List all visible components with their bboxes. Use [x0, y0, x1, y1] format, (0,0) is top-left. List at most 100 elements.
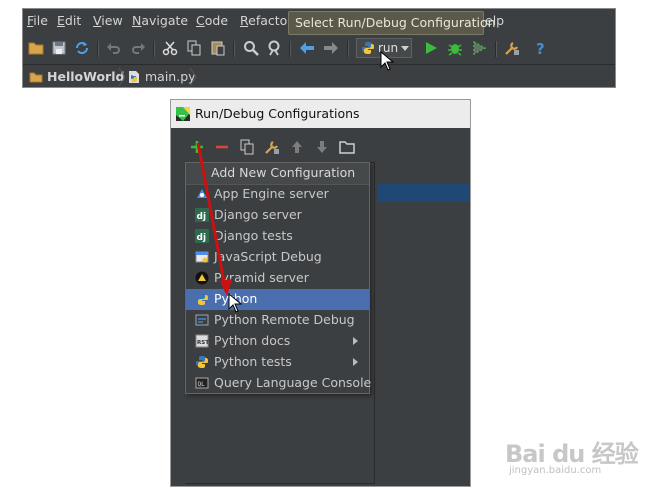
menu-file-label: ile [33, 13, 48, 28]
breadcrumb-project[interactable]: HelloWorld [29, 69, 124, 84]
synchronize-icon[interactable] [73, 39, 91, 57]
breadcrumb-file[interactable]: main.py [127, 69, 196, 84]
svg-text:dj: dj [197, 212, 207, 222]
menu-view[interactable]: View [93, 13, 123, 28]
menu-item-python[interactable]: Python [186, 289, 369, 310]
menu-navigate-label: avigate [141, 13, 189, 28]
menu-item-django-server[interactable]: dj Django server [186, 205, 369, 226]
back-icon[interactable] [298, 39, 316, 57]
menu-item-label: Python tests [214, 354, 292, 369]
menu-item-pyramid-server[interactable]: Pyramid server [186, 268, 369, 289]
svg-text:?: ? [536, 40, 545, 57]
settings-wrench-icon[interactable] [503, 39, 521, 57]
mouse-cursor-icon [380, 51, 394, 71]
pycharm-logo-icon [176, 107, 190, 121]
menu-item-label: Django tests [214, 228, 293, 243]
menu-item-django-tests[interactable]: dj Django tests [186, 226, 369, 247]
tooltip: Select Run/Debug Configuration [288, 11, 496, 35]
menu-file[interactable]: File [27, 13, 48, 28]
folder-icon[interactable] [338, 138, 356, 156]
menu-refactor-label: efactor [248, 13, 293, 28]
menu-item-app-engine-server[interactable]: App Engine server [186, 184, 369, 205]
find-icon[interactable] [242, 39, 260, 57]
menu-item-python-tests[interactable]: Python tests [186, 352, 369, 373]
python-icon [195, 292, 209, 306]
remove-configuration-icon[interactable] [213, 138, 231, 156]
menu-edit-label: dit [64, 13, 82, 28]
help-icon[interactable]: ? [532, 39, 550, 57]
menu-refactor-mnemonic: R [240, 13, 249, 28]
paste-icon[interactable] [209, 39, 227, 57]
svg-text:QL: QL [198, 381, 206, 388]
redo-icon[interactable] [129, 39, 147, 57]
svg-text:dj: dj [197, 233, 207, 243]
dialog-toolbar [171, 138, 470, 160]
chevron-down-icon [401, 46, 409, 51]
menu-item-label: Python Remote Debug [214, 312, 355, 327]
save-all-icon[interactable] [50, 39, 68, 57]
django-icon: dj [195, 229, 209, 243]
forward-icon[interactable] [322, 39, 340, 57]
selected-row-highlight [377, 184, 470, 202]
javascript-debug-icon [195, 250, 209, 264]
run-icon[interactable] [422, 39, 440, 57]
python-file-icon [129, 71, 139, 83]
breadcrumb-separator-icon [189, 67, 197, 87]
replace-icon[interactable] [266, 39, 284, 57]
move-up-icon[interactable] [288, 138, 306, 156]
run-with-coverage-icon[interactable] [470, 39, 488, 57]
pyramid-icon [195, 271, 209, 285]
ide-window: File Edit View Navigate Code Refactor el… [22, 8, 616, 88]
menu-item-python-docs[interactable]: RST Python docs [186, 331, 369, 352]
add-configuration-icon[interactable] [188, 138, 206, 156]
edit-defaults-wrench-icon[interactable] [263, 138, 281, 156]
menu-refactor[interactable]: Refactor [240, 13, 292, 28]
python-tests-icon [195, 355, 209, 369]
copy-icon[interactable] [185, 39, 203, 57]
menu-item-query-language-console[interactable]: QL Query Language Console [186, 373, 372, 394]
watermark-url: jingyan.baidu.com [509, 465, 602, 476]
cut-icon[interactable] [161, 39, 179, 57]
move-down-icon[interactable] [313, 138, 331, 156]
main-toolbar: run ? [23, 35, 615, 63]
breadcrumb: HelloWorld main.py [23, 64, 615, 87]
menu-item-python-remote-debug[interactable]: Python Remote Debug [186, 310, 369, 331]
menu-item-javascript-debug[interactable]: JavaScript Debug [186, 247, 369, 268]
debug-icon[interactable] [446, 39, 464, 57]
dialog-title: Run/Debug Configurations [195, 106, 360, 121]
svg-text:RST: RST [197, 340, 209, 346]
menu-edit-mnemonic: E [57, 13, 65, 28]
undo-icon[interactable] [105, 39, 123, 57]
popup-header-label: Add New Configuration [211, 165, 356, 180]
menu-edit[interactable]: Edit [57, 13, 81, 28]
add-new-configuration-popup: Add New Configuration App Engine server d… [185, 162, 372, 394]
menu-item-label: Django server [214, 207, 302, 222]
submenu-arrow-icon [353, 337, 358, 345]
popup-header: Add New Configuration [186, 163, 369, 185]
python-remote-debug-icon [195, 313, 209, 327]
dialog-titlebar: Run/Debug Configurations [171, 100, 470, 128]
app-engine-icon [195, 187, 209, 201]
menu-navigate[interactable]: Navigate [132, 13, 188, 28]
breadcrumb-project-label: HelloWorld [47, 69, 125, 84]
copy-configuration-icon[interactable] [238, 138, 256, 156]
configuration-details-panel [377, 162, 470, 484]
menu-item-label: App Engine server [214, 186, 329, 201]
menu-item-label: Pyramid server [214, 270, 309, 285]
python-icon [362, 42, 374, 54]
submenu-arrow-icon [353, 358, 358, 366]
mouse-cursor-icon [228, 293, 242, 313]
menu-item-label: Python docs [214, 333, 291, 348]
menu-item-label: Query Language Console [214, 375, 372, 390]
menu-view-label: iew [101, 13, 123, 28]
baidu-jingyan-watermark: Bai du 经验 jingyan.baidu.com [505, 432, 645, 482]
menu-code-mnemonic: C [196, 13, 205, 28]
menu-code-label: ode [204, 13, 229, 28]
open-folder-icon[interactable] [27, 39, 45, 57]
watermark-logo: Bai du 经验 [505, 440, 639, 468]
menu-item-label: JavaScript Debug [214, 249, 322, 264]
menu-navigate-mnemonic: N [132, 13, 142, 28]
python-docs-icon: RST [195, 334, 209, 348]
menu-code[interactable]: Code [196, 13, 228, 28]
query-console-icon: QL [195, 376, 209, 390]
